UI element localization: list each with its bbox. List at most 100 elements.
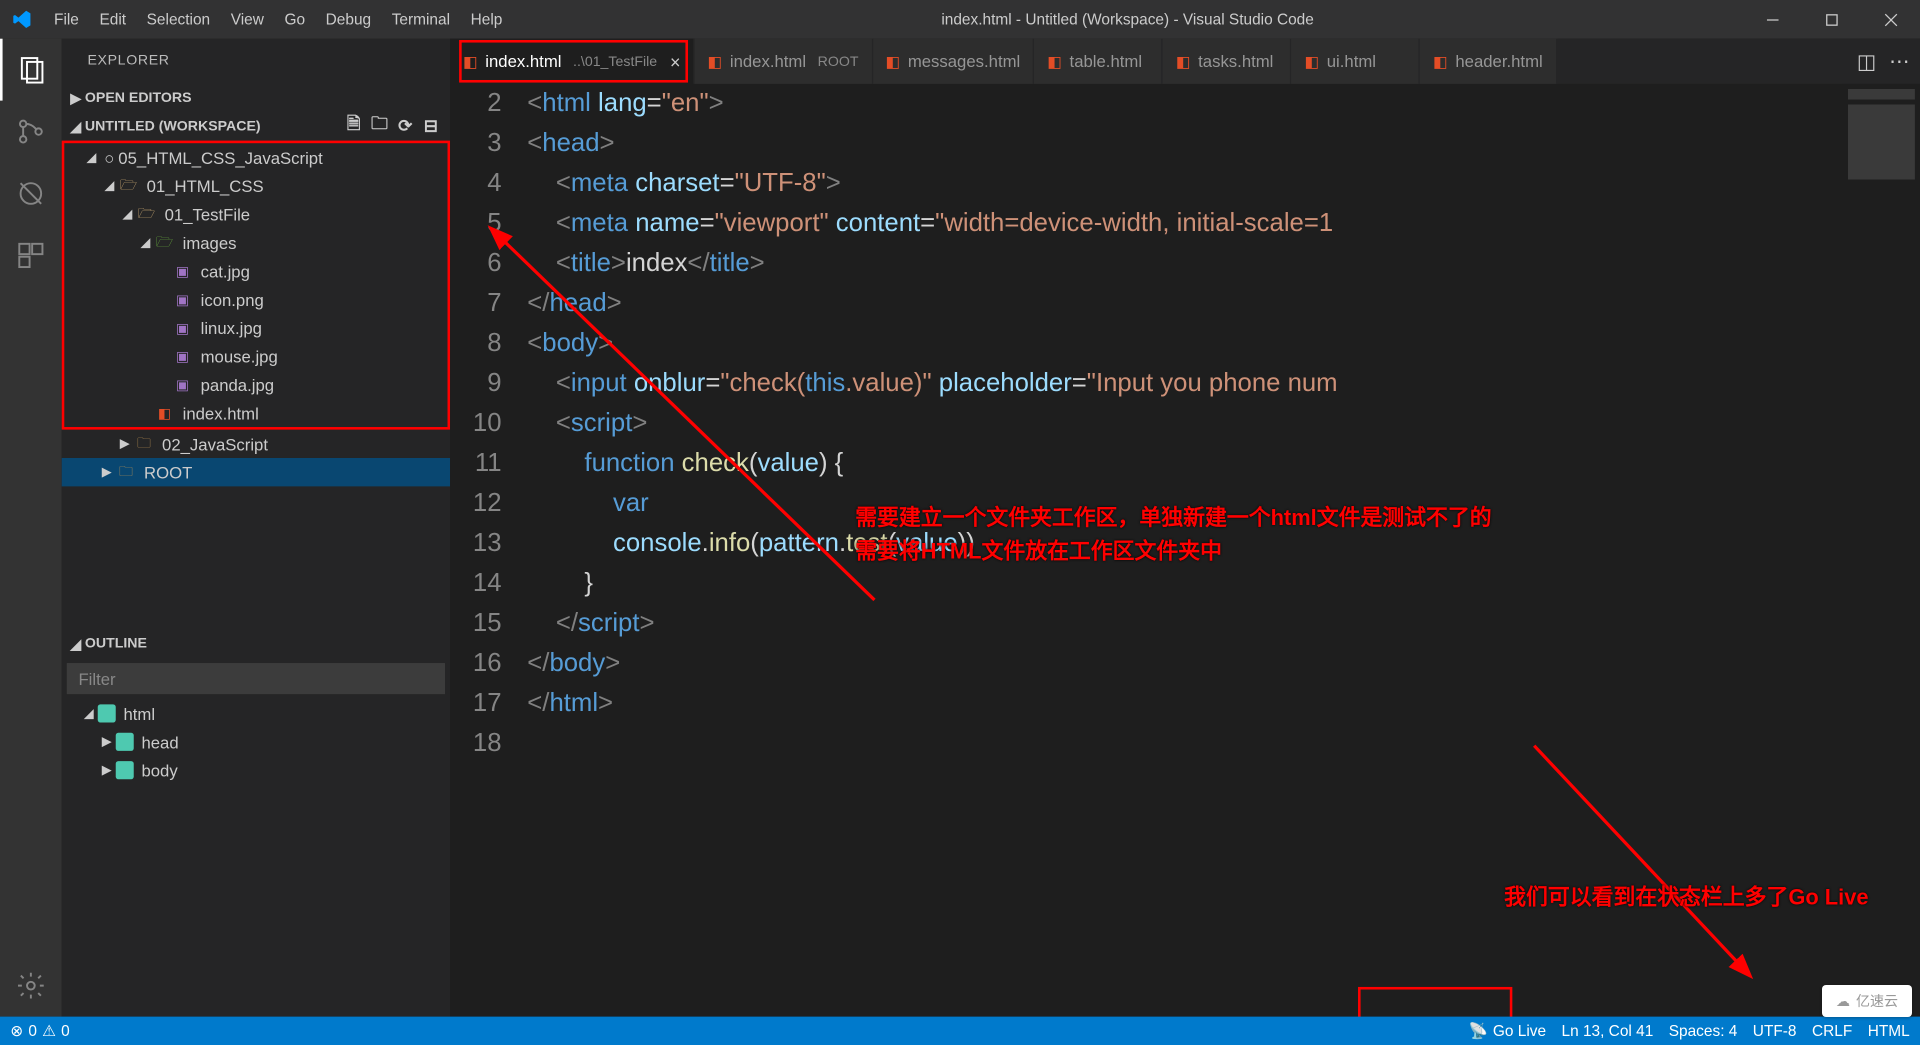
tree-label: 01_HTML_CSS: [147, 176, 264, 195]
html-file-icon: ◧: [1047, 52, 1062, 70]
editor-tab[interactable]: ◧messages.html: [873, 39, 1035, 84]
outline-filter-input[interactable]: Filter: [67, 663, 445, 694]
tree-folder[interactable]: ◢🗁01_HTML_CSS: [64, 172, 447, 200]
editor-tab[interactable]: ◧header.html: [1420, 39, 1557, 84]
settings-gear-icon[interactable]: [0, 955, 62, 1017]
tree-label: 05_HTML_CSS_JavaScript: [118, 148, 322, 167]
outline-section[interactable]: ◢OUTLINE: [62, 630, 450, 658]
html-file-icon: ◧: [1176, 52, 1191, 70]
folder-icon: 🗀: [116, 462, 137, 483]
image-file-icon: ▣: [172, 346, 193, 367]
menu-file[interactable]: File: [44, 0, 89, 39]
tree-label: index.html: [183, 403, 259, 422]
status-indent[interactable]: Spaces: 4: [1669, 1022, 1738, 1040]
tree-folder-root[interactable]: ◢○05_HTML_CSS_JavaScript: [64, 143, 447, 171]
tree-label: mouse.jpg: [201, 346, 278, 365]
more-actions-icon[interactable]: ⋯: [1889, 48, 1910, 74]
editor-tab[interactable]: ◧ table.html: [1034, 39, 1163, 84]
tab-title: index.html: [730, 52, 806, 71]
maximize-button[interactable]: [1802, 0, 1861, 39]
status-encoding[interactable]: UTF-8: [1753, 1022, 1797, 1040]
status-cursor-pos[interactable]: Ln 13, Col 41: [1561, 1022, 1653, 1040]
menu-edit[interactable]: Edit: [89, 0, 136, 39]
minimap[interactable]: [1843, 84, 1920, 1017]
tree-file[interactable]: ▣panda.jpg: [64, 370, 447, 398]
title-bar: FileEditSelectionViewGoDebugTerminalHelp…: [0, 0, 1920, 39]
editor-area: ◧index.html..\01_TestFile×◧index.htmlROO…: [450, 39, 1920, 1017]
menu-debug[interactable]: Debug: [315, 0, 381, 39]
html-file-icon: ◧: [154, 403, 175, 424]
tree-label: 02_JavaScript: [162, 434, 268, 453]
outline-item[interactable]: ▶body: [62, 756, 450, 784]
status-go-live[interactable]: 📡 Go Live: [1468, 1022, 1546, 1040]
tree-folder[interactable]: ◢🗁01_TestFile: [64, 200, 447, 228]
html-file-icon: ◧: [1304, 52, 1319, 70]
tree-folder[interactable]: ◢🗁images: [64, 228, 447, 256]
menu-help[interactable]: Help: [460, 0, 512, 39]
activity-bar: [0, 39, 62, 1017]
outline-label: html: [123, 704, 155, 723]
tab-title: tasks.html: [1198, 52, 1273, 71]
line-gutter: 23456789101112131415161718: [450, 84, 527, 1017]
open-editors-label: OPEN EDITORS: [85, 90, 192, 105]
tree-label: cat.jpg: [201, 261, 250, 280]
workspace-name: UNTITLED (WORKSPACE): [85, 119, 342, 134]
status-eol[interactable]: CRLF: [1812, 1022, 1852, 1040]
tab-close-icon[interactable]: ×: [670, 51, 681, 72]
extensions-activity-icon[interactable]: [0, 224, 62, 286]
image-file-icon: ▣: [172, 289, 193, 310]
menu-terminal[interactable]: Terminal: [381, 0, 460, 39]
menu-selection[interactable]: Selection: [136, 0, 220, 39]
editor-tab[interactable]: ◧ tasks.html: [1163, 39, 1292, 84]
folder-open-icon: 🗁: [136, 204, 157, 225]
menu-go[interactable]: Go: [274, 0, 315, 39]
editor-tabs: ◧index.html..\01_TestFile×◧index.htmlROO…: [450, 39, 1920, 84]
tab-title: ui.html: [1327, 52, 1376, 71]
outline-item[interactable]: ▶head: [62, 728, 450, 756]
image-file-icon: ▣: [172, 374, 193, 395]
folder-icon: 🗀: [134, 433, 155, 454]
minimize-button[interactable]: [1743, 0, 1802, 39]
outline-label: OUTLINE: [85, 636, 147, 651]
tree-label: linux.jpg: [201, 318, 262, 337]
tree-folder-root-selected[interactable]: ▶🗀ROOT: [62, 458, 450, 486]
tree-label: icon.png: [201, 290, 264, 309]
new-folder-icon[interactable]: 🗀: [368, 115, 391, 138]
tab-title: table.html: [1070, 52, 1142, 71]
open-editors-section[interactable]: ▶OPEN EDITORS: [62, 84, 450, 112]
symbol-icon: [116, 733, 134, 751]
status-bar: ⊗ 0 ⚠ 0 📡 Go Live Ln 13, Col 41 Spaces: …: [0, 1017, 1920, 1045]
tab-title: header.html: [1455, 52, 1542, 71]
new-file-icon[interactable]: 🗎: [342, 115, 365, 138]
menu-bar: FileEditSelectionViewGoDebugTerminalHelp: [44, 0, 513, 39]
editor-tab[interactable]: ◧index.html..\01_TestFile×: [450, 39, 695, 84]
tree-folder[interactable]: ▶🗀02_JavaScript: [62, 430, 450, 458]
tree-label: 01_TestFile: [165, 204, 250, 223]
menu-view[interactable]: View: [220, 0, 274, 39]
tree-file[interactable]: ▣ linux.jpg: [64, 314, 447, 342]
refresh-icon[interactable]: ⟳: [394, 115, 417, 138]
status-errors[interactable]: ⊗ 0 ⚠ 0: [10, 1022, 69, 1040]
tree-file[interactable]: ▣cat.jpg: [64, 257, 447, 285]
explorer-activity-icon[interactable]: [0, 39, 62, 101]
close-button[interactable]: [1861, 0, 1920, 39]
workspace-header[interactable]: ◢ UNTITLED (WORKSPACE) 🗎 🗀 ⟳ ⊟: [62, 112, 450, 140]
tree-file-index[interactable]: ◧ index.html: [64, 399, 447, 427]
image-file-icon: ▣: [172, 317, 193, 338]
debug-activity-icon[interactable]: [0, 163, 62, 225]
outline-item[interactable]: ◢html: [62, 699, 450, 727]
editor-tab[interactable]: ◧ ui.html: [1292, 39, 1421, 84]
tab-title: messages.html: [908, 52, 1020, 71]
symbol-icon: [116, 761, 134, 779]
split-editor-icon[interactable]: ◫: [1857, 48, 1876, 74]
annotation-text-2: 我们可以看到在状态栏上多了Go Live: [1504, 881, 1868, 914]
status-language[interactable]: HTML: [1868, 1022, 1910, 1040]
sidebar: EXPLORER ▶OPEN EDITORS ◢ UNTITLED (WORKS…: [62, 39, 450, 1017]
tree-label: images: [183, 233, 237, 252]
file-tree-highlighted: ◢○05_HTML_CSS_JavaScript ◢🗁01_HTML_CSS ◢…: [62, 141, 450, 430]
editor-tab[interactable]: ◧index.htmlROOT: [695, 39, 873, 84]
scm-activity-icon[interactable]: [0, 101, 62, 163]
collapse-icon[interactable]: ⊟: [419, 115, 442, 138]
tree-file[interactable]: ▣ icon.png: [64, 285, 447, 313]
tree-file[interactable]: ▣ mouse.jpg: [64, 342, 447, 370]
